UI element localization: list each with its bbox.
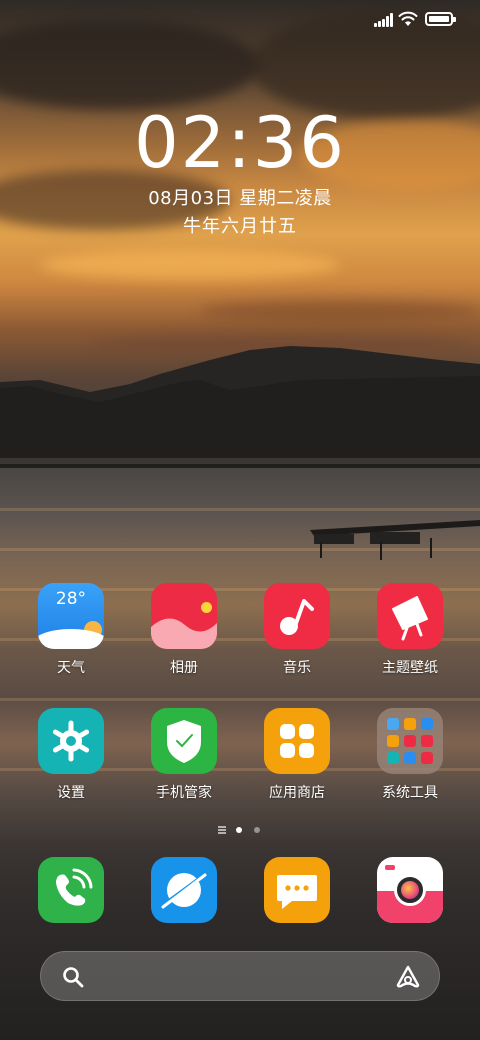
dock-messages[interactable] <box>247 857 347 923</box>
app-label: 手机管家 <box>156 785 212 801</box>
wifi-icon <box>398 11 418 26</box>
weather-icon: 28° <box>38 583 104 649</box>
app-security[interactable]: 手机管家 <box>134 708 234 802</box>
themes-icon <box>377 583 443 649</box>
pier <box>310 520 480 560</box>
signal-icon <box>374 13 394 27</box>
menu-lines-icon <box>218 826 226 834</box>
weather-temp: 28° <box>55 589 87 609</box>
app-label: 音乐 <box>283 660 311 676</box>
page-dot <box>254 827 260 833</box>
cloud <box>40 250 340 280</box>
app-label: 相册 <box>170 660 198 676</box>
app-themes[interactable]: 主题壁纸 <box>360 583 460 677</box>
app-label: 系统工具 <box>382 785 438 801</box>
page-indicator[interactable] <box>218 825 264 835</box>
page-dot-active <box>236 827 242 833</box>
battery-icon <box>425 12 456 26</box>
cloud <box>200 300 480 322</box>
status-bar <box>0 0 480 40</box>
app-settings[interactable]: 设置 <box>21 708 121 802</box>
app-store-icon <box>264 708 330 774</box>
dock-camera[interactable] <box>360 857 460 923</box>
app-store[interactable]: 应用商店 <box>247 708 347 802</box>
app-music[interactable]: 音乐 <box>247 583 347 677</box>
settings-icon <box>38 708 104 774</box>
camera-icon <box>377 857 443 923</box>
app-label: 应用商店 <box>269 785 325 801</box>
phone-icon <box>38 857 104 923</box>
security-icon <box>151 708 217 774</box>
app-weather[interactable]: 28° 天气 <box>21 583 121 677</box>
app-label: 主题壁纸 <box>382 660 438 676</box>
mountains <box>0 346 480 480</box>
folder-icon <box>377 708 443 774</box>
music-icon <box>264 583 330 649</box>
app-folder-system-tools[interactable]: 系统工具 <box>360 708 460 802</box>
clock-time: 02:36 <box>134 102 346 184</box>
app-label: 设置 <box>57 785 85 801</box>
browser-icon <box>151 857 217 923</box>
date-text: 08月03日 星期二凌晨 <box>148 188 332 209</box>
dock-phone[interactable] <box>21 857 121 923</box>
app-gallery[interactable]: 相册 <box>134 583 234 677</box>
lunar-date: 牛年六月廿五 <box>183 216 297 237</box>
messages-icon <box>264 857 330 923</box>
search-icon[interactable] <box>61 965 85 989</box>
assistant-icon[interactable] <box>395 964 421 990</box>
gallery-icon <box>151 583 217 649</box>
app-label: 天气 <box>57 660 85 676</box>
dock-browser[interactable] <box>134 857 234 923</box>
search-bar[interactable] <box>40 951 440 1001</box>
